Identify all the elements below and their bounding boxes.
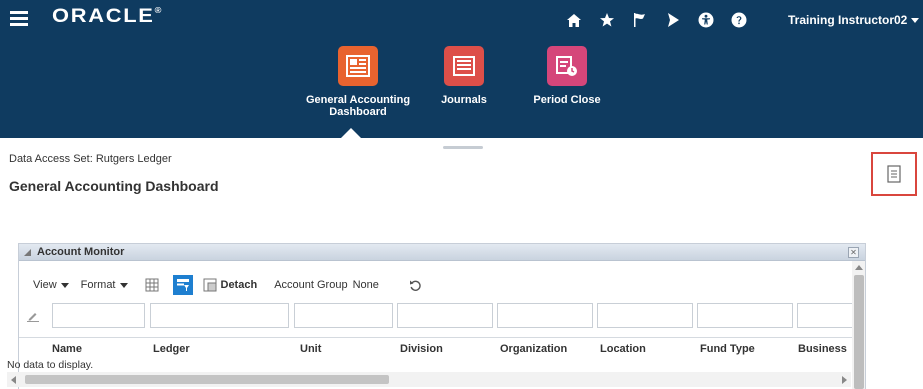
account-group-label: Account Group <box>274 279 348 291</box>
home-icon[interactable] <box>563 9 585 31</box>
global-icons <box>563 9 761 31</box>
bell-icon[interactable] <box>662 9 684 31</box>
springboard-drag-handle[interactable] <box>443 146 483 149</box>
favorites-star-icon[interactable] <box>596 9 618 31</box>
chevron-down-icon <box>60 282 69 288</box>
accessibility-icon[interactable] <box>695 9 717 31</box>
filter-ledger-input[interactable] <box>150 303 289 328</box>
oracle-logo: ORACLE® <box>52 6 164 27</box>
data-access-set: Data Access Set: Rutgers Ledger <box>9 153 172 165</box>
filter-division-input[interactable] <box>397 303 493 328</box>
vertical-scroll-thumb[interactable] <box>854 275 864 389</box>
filter-location-input[interactable] <box>597 303 693 328</box>
column-header-business[interactable]: Business <box>798 343 847 355</box>
global-header: ORACLE® Training Instructor02 General Ac… <box>0 0 923 139</box>
period-close-icon <box>547 46 587 86</box>
app-journals[interactable]: Journals <box>428 46 500 106</box>
freeze-columns-icon[interactable] <box>145 278 159 292</box>
column-header-ledger[interactable]: Ledger <box>153 343 190 355</box>
scroll-left-arrow-icon[interactable] <box>11 376 16 384</box>
tasks-list-icon <box>887 165 901 183</box>
dashboard-icon <box>338 46 378 86</box>
selected-app-pointer <box>340 128 362 139</box>
panel-title: Account Monitor <box>37 246 125 258</box>
page-title: General Accounting Dashboard <box>9 178 219 194</box>
panel-header: Account Monitor ✕ <box>19 244 865 261</box>
help-icon[interactable] <box>728 9 750 31</box>
filter-name-input[interactable] <box>52 303 145 328</box>
chevron-down-icon <box>911 18 920 24</box>
refresh-icon[interactable] <box>409 279 422 292</box>
flag-icon[interactable] <box>629 9 651 31</box>
navigator-menu-icon[interactable] <box>10 11 28 26</box>
filter-organization-input[interactable] <box>497 303 593 328</box>
account-monitor-panel: Account Monitor ✕ View Format Detach Acc… <box>18 243 866 389</box>
chevron-down-icon <box>119 282 128 288</box>
collapse-icon[interactable] <box>24 249 31 256</box>
column-header-location[interactable]: Location <box>600 343 646 355</box>
filter-unit-input[interactable] <box>294 303 393 328</box>
table-toolbar: View Format Detach Account Group None <box>33 275 422 295</box>
scroll-up-arrow-icon[interactable] <box>855 265 863 270</box>
column-header-organization[interactable]: Organization <box>500 343 567 355</box>
column-header-division[interactable]: Division <box>400 343 443 355</box>
view-menu[interactable]: View <box>33 279 69 291</box>
tasks-panel-tab[interactable] <box>871 152 917 196</box>
filter-fund-type-input[interactable] <box>697 303 793 328</box>
header-divider <box>19 337 852 338</box>
format-menu[interactable]: Format <box>81 279 128 291</box>
app-general-accounting-dashboard[interactable]: General Accounting Dashboard <box>298 46 418 118</box>
edit-filter-icon[interactable] <box>27 310 39 325</box>
app-period-close[interactable]: Period Close <box>527 46 607 106</box>
filter-business-input[interactable] <box>797 303 857 328</box>
column-header-fund-type[interactable]: Fund Type <box>700 343 755 355</box>
detach-button[interactable]: Detach <box>203 278 257 292</box>
vertical-scrollbar[interactable] <box>852 261 865 389</box>
account-group-value[interactable]: None <box>353 279 379 291</box>
user-menu[interactable]: Training Instructor02 <box>788 13 920 27</box>
column-header-unit[interactable]: Unit <box>300 343 321 355</box>
query-by-example-icon[interactable] <box>172 275 193 295</box>
close-icon[interactable]: ✕ <box>848 247 859 258</box>
column-header-name[interactable]: Name <box>52 343 82 355</box>
detach-icon <box>203 278 216 292</box>
journals-icon <box>444 46 484 86</box>
